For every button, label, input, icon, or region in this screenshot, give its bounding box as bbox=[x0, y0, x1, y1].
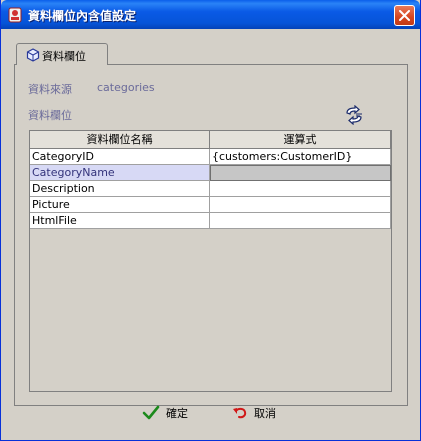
checkmark-icon bbox=[142, 405, 160, 420]
expression-cell[interactable]: {customers:CustomerID} bbox=[210, 149, 391, 165]
tab-label: 資料欄位 bbox=[42, 50, 86, 63]
ok-button[interactable]: 確定 bbox=[142, 402, 188, 424]
close-icon bbox=[399, 10, 410, 21]
field-name-cell[interactable]: Picture bbox=[30, 197, 210, 213]
table-row-selected[interactable]: CategoryName bbox=[30, 165, 391, 181]
column-header-field-name[interactable]: 資料欄位名稱 bbox=[30, 131, 210, 149]
dialog-window: 資料欄位內含值設定 資料欄位 資料來源 categories 資料欄位 資料欄位… bbox=[0, 0, 421, 441]
source-label: 資料來源 bbox=[28, 83, 72, 96]
expression-cell-editor[interactable] bbox=[210, 165, 391, 181]
ok-label: 確定 bbox=[166, 407, 188, 420]
tab-panel: 資料來源 categories 資料欄位 資料欄位名稱 運算式 Category… bbox=[14, 64, 408, 406]
expression-cell[interactable] bbox=[210, 213, 391, 229]
field-name-cell[interactable]: CategoryID bbox=[30, 149, 210, 165]
expression-cell[interactable] bbox=[210, 197, 391, 213]
window-title: 資料欄位內含值設定 bbox=[28, 9, 137, 23]
title-bar[interactable]: 資料欄位內含值設定 bbox=[1, 0, 420, 29]
field-name-cell[interactable]: Description bbox=[30, 181, 210, 197]
source-value: categories bbox=[97, 81, 155, 94]
undo-arrow-icon bbox=[233, 407, 247, 419]
table-row[interactable]: Description bbox=[30, 181, 391, 197]
table-row[interactable]: CategoryID {customers:CustomerID} bbox=[30, 149, 391, 165]
fields-table[interactable]: 資料欄位名稱 運算式 CategoryID {customers:Custome… bbox=[29, 130, 392, 392]
table-row[interactable]: HtmlFile bbox=[30, 213, 391, 229]
cube-icon bbox=[26, 48, 40, 62]
app-icon bbox=[8, 7, 22, 23]
field-name-cell[interactable]: HtmlFile bbox=[30, 213, 210, 229]
fields-label: 資料欄位 bbox=[28, 109, 72, 122]
table-row[interactable]: Picture bbox=[30, 197, 391, 213]
expression-cell[interactable] bbox=[210, 181, 391, 197]
swap-icon[interactable] bbox=[343, 105, 365, 125]
tab-fields[interactable]: 資料欄位 bbox=[16, 43, 108, 65]
column-header-expression[interactable]: 運算式 bbox=[210, 131, 391, 149]
field-name-cell[interactable]: CategoryName bbox=[30, 165, 210, 181]
close-button[interactable] bbox=[394, 5, 415, 26]
cancel-label: 取消 bbox=[254, 407, 276, 420]
cancel-button[interactable]: 取消 bbox=[232, 402, 276, 424]
dialog-body: 資料欄位 資料來源 categories 資料欄位 資料欄位名稱 運算式 Cat… bbox=[2, 29, 419, 439]
